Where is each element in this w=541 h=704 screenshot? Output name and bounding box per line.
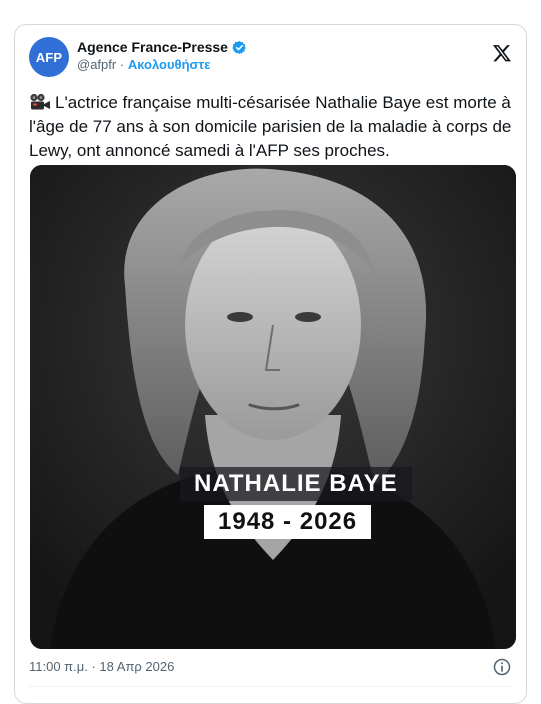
years-caption: 1948 - 2026 <box>204 505 372 539</box>
x-logo-icon[interactable] <box>492 43 512 63</box>
footer-divider <box>29 686 512 687</box>
tweet-footer: 11:00 π.μ. · 18 Απρ 2026 <box>29 657 512 679</box>
info-icon[interactable] <box>492 657 512 677</box>
name-row: Agence France-Presse <box>77 39 247 55</box>
display-name[interactable]: Agence France-Presse <box>77 39 228 55</box>
tweet-header: AFP Agence France-Presse @afpfr · Ακολου… <box>29 37 514 81</box>
portrait-image <box>30 165 516 649</box>
verified-badge-icon <box>232 40 246 54</box>
movie-camera-icon <box>30 93 50 110</box>
name-caption: NATHALIE BAYE <box>180 467 412 501</box>
avatar[interactable]: AFP <box>29 37 69 77</box>
tweet-body: L'actrice française multi-césarisée Nath… <box>29 93 512 160</box>
follow-button[interactable]: Ακολουθήστε <box>128 57 211 72</box>
separator: · <box>119 57 125 72</box>
handle-row: @afpfr · Ακολουθήστε <box>77 57 247 72</box>
tweet-photo[interactable]: NATHALIE BAYE 1948 - 2026 <box>30 165 516 649</box>
timestamp[interactable]: 11:00 π.μ. · 18 Απρ 2026 <box>29 659 174 674</box>
author-block: Agence France-Presse @afpfr · Ακολουθήστ… <box>77 39 247 72</box>
handle[interactable]: @afpfr <box>77 57 116 72</box>
tweet-card: AFP Agence France-Presse @afpfr · Ακολου… <box>14 24 527 704</box>
tweet-text: L'actrice française multi-césarisée Nath… <box>29 91 515 163</box>
